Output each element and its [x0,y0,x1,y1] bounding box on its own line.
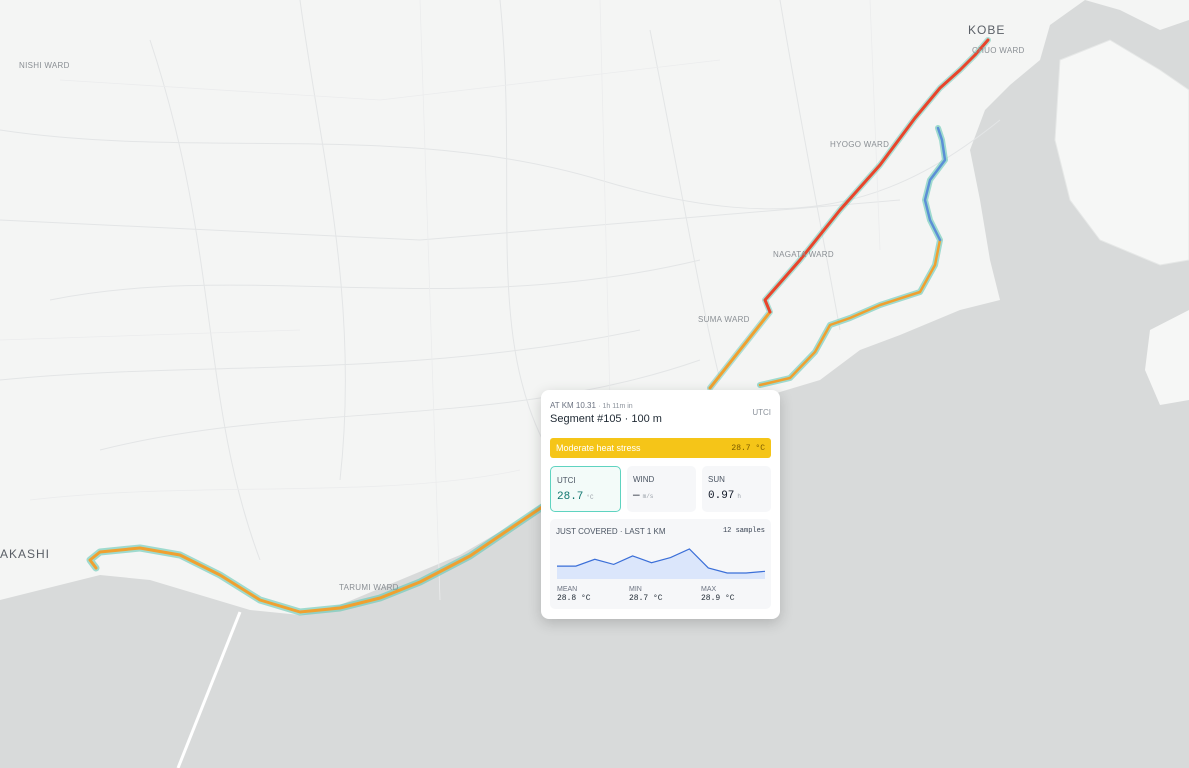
stat-value: 28.7 °C [629,594,663,603]
metric-unit: h [737,493,742,500]
heat-stress-label: Moderate heat stress [556,443,641,453]
segment-card[interactable]: AT KM 10.31 · 1h 11m in UTCI Segment #10… [541,390,780,619]
stat-min: MIN 28.7 °C [629,586,701,603]
metric-utci[interactable]: UTCI 28.7 °C [550,466,621,512]
stat-label: MEAN [557,586,578,593]
map-label-chuo: CHUO WARD [972,46,1025,55]
metric-label: UTCI [557,476,576,485]
heat-stress-value: 28.7 °C [731,443,765,453]
map-label-kobe: KOBE [968,23,1006,37]
stat-label: MAX [701,586,717,593]
utci-sparkline [557,548,766,579]
stat-label: MIN [629,586,642,593]
card-meta: AT KM 10.31 · 1h 11m in [550,401,633,410]
metric-value: 0.97 [708,490,735,502]
stats-row: MEAN 28.8 °C MIN 28.7 °C MAX 28.9 °C [557,586,773,603]
card-header: AT KM 10.31 · 1h 11m in UTCI Segment #10… [550,401,771,431]
metric-label: SUN [708,475,725,484]
heat-stress-badge: Moderate heat stress 28.7 °C [550,438,771,458]
segment-title: Segment #105 · 100 m [550,413,662,425]
sample-count: 12 samples [722,527,765,535]
map-label-nishi: NISHI WARD [19,61,70,70]
map-label-suma: SUMA WARD [698,315,750,324]
metric-unit: °C [586,494,594,501]
recent-km-panel: JUST COVERED · LAST 1 KM 12 samples MEAN… [550,519,771,609]
utci-tag: UTCI [752,408,771,417]
meta-elapsed: 1h 11m in [602,403,633,410]
map-label-nagata: NAGATA WARD [773,250,834,259]
stat-value: 28.9 °C [701,594,735,603]
stat-value: 28.8 °C [557,594,591,603]
metric-unit: m/s [642,493,654,500]
metric-wind[interactable]: WIND — m/s [627,466,696,512]
sparkline-title: JUST COVERED · LAST 1 KM [556,527,666,536]
map-canvas[interactable] [0,0,1189,768]
metric-sun[interactable]: SUN 0.97 h [702,466,771,512]
metric-row: UTCI 28.7 °C WIND — m/s SUN 0.97 h [550,466,771,512]
metric-value: — [633,490,640,502]
map-label-tarumi: TARUMI WARD [339,583,399,592]
sparkline-area [557,549,765,579]
stat-max: MAX 28.9 °C [701,586,773,603]
stat-mean: MEAN 28.8 °C [557,586,629,603]
map-label-hyogo: HYOGO WARD [830,140,890,149]
map-label-akashi: AKASHI [0,547,51,561]
meta-km: AT KM 10.31 [550,401,596,410]
metric-label: WIND [633,475,655,484]
metric-value: 28.7 [557,491,584,503]
